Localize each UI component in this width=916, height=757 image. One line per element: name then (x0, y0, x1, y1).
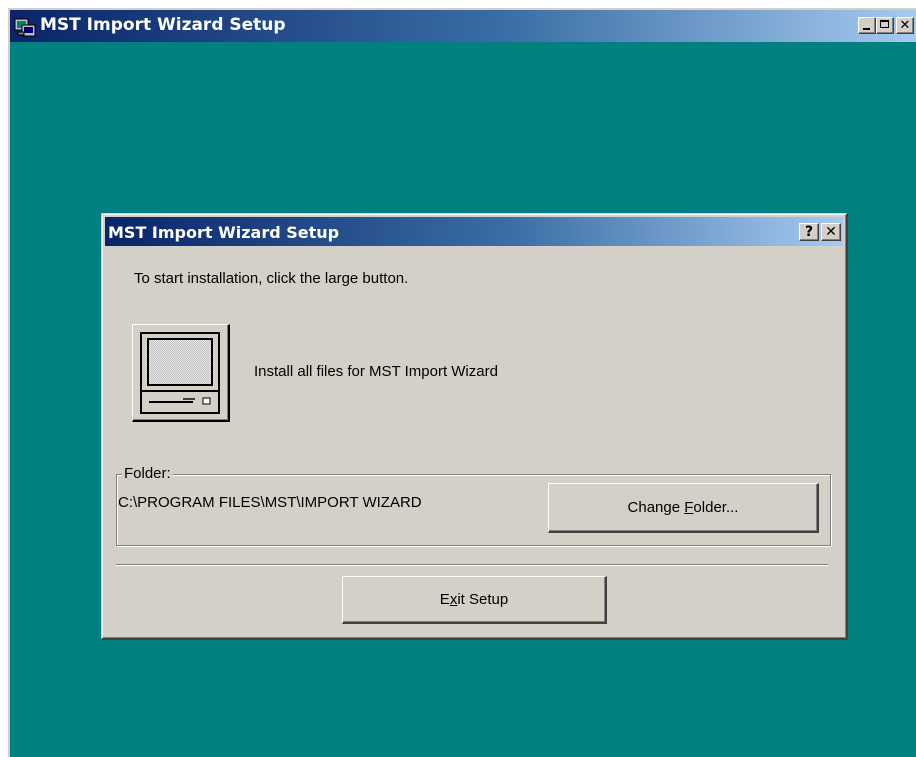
change-folder-label-prefix: Change (627, 499, 685, 516)
change-folder-mnemonic: F (684, 499, 694, 516)
exit-mnemonic: x (449, 591, 458, 608)
setup-dialog: MST Import Wizard Setup ? ✕ To start ins… (101, 213, 848, 640)
dialog-title: MST Import Wizard Setup (108, 223, 340, 242)
exit-setup-button[interactable]: Ex it Setup (342, 576, 607, 624)
maximize-button[interactable] (876, 17, 894, 34)
folder-groupbox: Folder: C:\PROGRAM FILES\MST\IMPORT WIZA… (116, 465, 831, 546)
outer-title-bar[interactable]: MST Import Wizard Setup ✕ (10, 10, 916, 42)
setup-computer-icon (14, 18, 36, 37)
close-button[interactable]: ✕ (896, 17, 914, 34)
change-folder-label-suffix: older... (693, 499, 739, 516)
help-button[interactable]: ? (799, 223, 819, 241)
dialog-close-button[interactable]: ✕ (821, 223, 841, 241)
computer-monitor-icon (140, 332, 220, 414)
outer-window-title: MST Import Wizard Setup (40, 15, 286, 35)
minimize-icon (863, 28, 870, 30)
install-button[interactable] (132, 324, 230, 422)
help-icon: ? (804, 224, 814, 240)
change-folder-button[interactable]: Change Folder... (548, 483, 819, 533)
install-label: Install all files for MST Import Wizard (254, 363, 498, 380)
separator (116, 564, 828, 566)
folder-path: C:\PROGRAM FILES\MST\IMPORT WIZARD (118, 494, 422, 511)
folder-legend: Folder: (122, 465, 173, 482)
maximize-icon (880, 20, 889, 28)
close-icon: ✕ (899, 18, 911, 33)
outer-window: MST Import Wizard Setup ✕ MST Import Wiz… (8, 8, 916, 757)
exit-label-prefix: E (439, 591, 450, 608)
exit-label-suffix: it Setup (457, 591, 509, 608)
close-icon: ✕ (825, 224, 837, 240)
minimize-button[interactable] (858, 17, 876, 34)
dialog-title-bar[interactable]: MST Import Wizard Setup ? ✕ (105, 217, 843, 246)
instruction-text: To start installation, click the large b… (134, 270, 409, 287)
